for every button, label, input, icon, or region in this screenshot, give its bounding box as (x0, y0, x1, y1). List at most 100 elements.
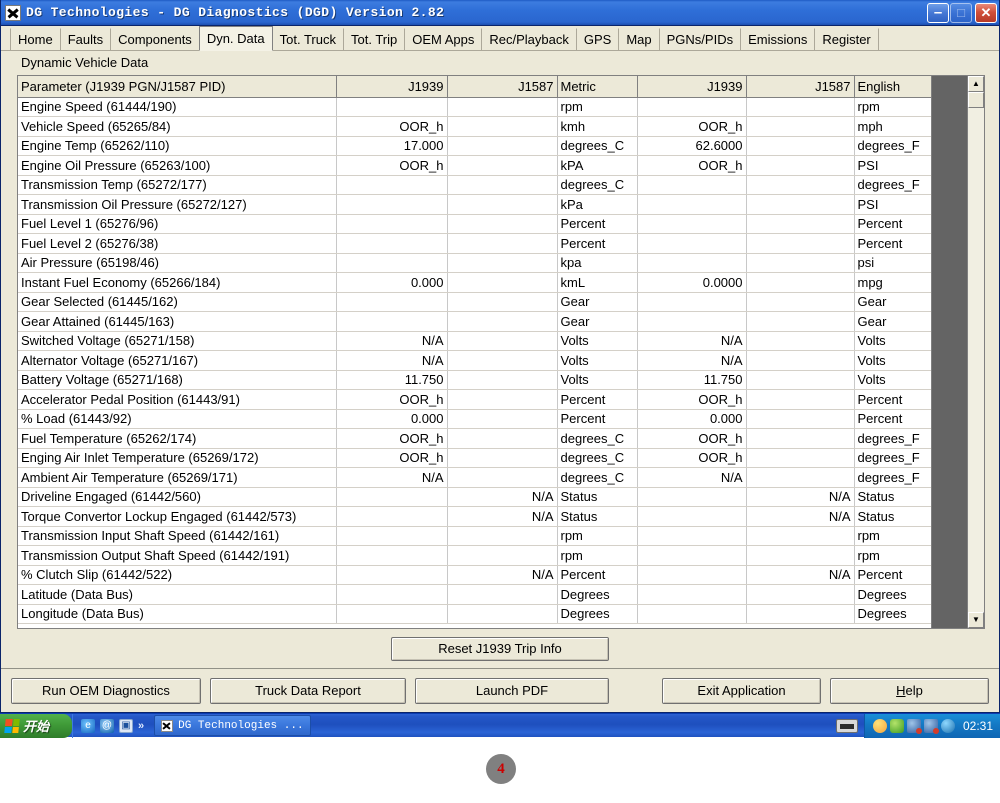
table-row[interactable]: Fuel Temperature (65262/174) OOR_h degrees… (18, 428, 931, 449)
cell-j1939-metric (336, 214, 448, 234)
tab-components[interactable]: Components (110, 28, 200, 50)
tab-home[interactable]: Home (10, 28, 61, 50)
close-button[interactable]: ✕ (975, 2, 997, 23)
cell-j1939-metric (336, 311, 448, 332)
table-row[interactable]: Longitude (Data Bus) Degrees Degrees (18, 604, 931, 624)
cell-j1939-english (637, 253, 747, 273)
reset-j1939-trip-info-button[interactable]: Reset J1939 Trip Info (391, 636, 609, 661)
table-row[interactable]: Transmission Oil Pressure (65272/127) kPa… (18, 194, 931, 215)
tray-volume-icon[interactable] (940, 718, 955, 733)
scrollbar-thumb[interactable] (968, 92, 984, 108)
tab-emissions[interactable]: Emissions (740, 28, 816, 50)
table-row[interactable]: Torque Convertor Lockup Engaged (61442/5… (18, 506, 931, 527)
table-row[interactable]: Transmission Temp (65272/177) degrees_C de… (18, 175, 931, 195)
table-row[interactable]: Air Pressure (65198/46) kpa psi (18, 253, 931, 273)
cell-english-unit: Degrees (854, 604, 931, 624)
table-row[interactable]: Transmission Output Shaft Speed (61442/1… (18, 545, 931, 566)
run-oem-diagnostics-button[interactable]: Run OEM Diagnostics (11, 677, 201, 704)
column-header-parameter[interactable]: Parameter (J1939 PGN/J1587 PID) (18, 76, 337, 98)
cell-metric-unit: kmL (557, 272, 638, 293)
table-row[interactable]: Enging Air Inlet Temperature (65269/172)… (18, 448, 931, 468)
minimize-button[interactable]: – (927, 2, 949, 23)
table-row[interactable]: Engine Speed (61444/190) rpm rpm (18, 97, 931, 117)
cell-j1587-english (746, 331, 855, 351)
tray-shield-icon[interactable] (889, 718, 904, 733)
window-title: DG Technologies - DG Diagnostics (DGD) V… (26, 5, 445, 20)
tab-tot-trip[interactable]: Tot. Trip (342, 28, 406, 50)
show-desktop-icon[interactable]: ▣ (119, 718, 133, 733)
outlook-icon[interactable]: @ (100, 718, 114, 733)
cell-j1587-metric (447, 253, 558, 273)
help-button[interactable]: Help (830, 677, 989, 704)
table-row[interactable]: Accelerator Pedal Position (61443/91) OOR… (18, 389, 931, 410)
table-row[interactable]: Ambient Air Temperature (65269/171) N/A de… (18, 467, 931, 488)
table-row[interactable]: Engine Temp (65262/110) 17.000 degrees_C 62… (18, 136, 931, 156)
column-header-j1587-english[interactable]: J1587 (746, 76, 855, 98)
cell-j1587-english (746, 194, 855, 215)
scrollbar-track[interactable] (968, 92, 984, 612)
table-row[interactable]: Instant Fuel Economy (65266/184) 0.000 kmL… (18, 272, 931, 293)
table-row[interactable]: Engine Oil Pressure (65263/100) OOR_h kPA O… (18, 155, 931, 176)
ie-icon[interactable]: e (81, 718, 95, 733)
taskbar-window-button-dg[interactable]: DG Technologies ... (154, 715, 311, 736)
column-header-metric[interactable]: Metric (557, 76, 638, 98)
tab-gps[interactable]: GPS (575, 28, 620, 50)
cell-english-unit: Volts (854, 331, 931, 351)
scroll-up-icon[interactable]: ▲ (968, 76, 984, 92)
tab-map[interactable]: Map (618, 28, 660, 50)
help-label-rest: elp (905, 683, 923, 698)
tab-dyn-data[interactable]: Dyn. Data (198, 26, 273, 51)
tab-faults[interactable]: Faults (59, 28, 112, 50)
cell-j1939-metric: OOR_h (336, 389, 448, 410)
exit-application-button[interactable]: Exit Application (662, 677, 821, 704)
scroll-down-icon[interactable]: ▼ (968, 612, 984, 628)
title-bar[interactable]: DG Technologies - DG Diagnostics (DGD) V… (1, 0, 999, 26)
table-row[interactable]: Driveline Engaged (61442/560) N/A Status N/… (18, 487, 931, 507)
cell-metric-unit: degrees_C (557, 428, 638, 449)
table-row[interactable]: Fuel Level 2 (65276/38) Percent Percent (18, 233, 931, 254)
launch-pdf-button[interactable]: Launch PDF (415, 677, 609, 704)
cell-parameter: Alternator Voltage (65271/167) (18, 350, 337, 371)
table-row[interactable]: % Clutch Slip (61442/522) N/A Percent N/A Pe… (18, 565, 931, 585)
tray-network-alert-icon[interactable] (923, 718, 939, 734)
start-button[interactable]: 开始 (0, 713, 72, 738)
tab-pgns-pids[interactable]: PGNs/PIDs (658, 28, 742, 50)
cell-j1587-english (746, 116, 855, 137)
cell-j1939-english: OOR_h (637, 428, 747, 449)
taskbar-clock[interactable]: 02:31 (963, 719, 993, 733)
cell-j1939-english: N/A (637, 467, 747, 488)
tab-register[interactable]: Register (814, 28, 879, 50)
cell-j1587-english (746, 97, 855, 117)
tray-antivirus-icon[interactable] (872, 718, 887, 733)
table-row[interactable]: Gear Attained (61445/163) Gear Gear (18, 311, 931, 332)
vertical-scrollbar[interactable]: ▲ ▼ (967, 76, 984, 628)
cell-j1939-metric: 0.000 (336, 272, 448, 293)
tab-oem-apps[interactable]: OEM Apps (404, 28, 483, 50)
table-row[interactable]: Alternator Voltage (65271/167) N/A Volts N/… (18, 350, 931, 371)
tab-rec-playback[interactable]: Rec/Playback (481, 28, 577, 50)
table-row[interactable]: Fuel Level 1 (65276/96) Percent Percent (18, 214, 931, 234)
column-header-english[interactable]: English (854, 76, 931, 98)
column-header-j1939-metric[interactable]: J1939 (336, 76, 448, 98)
table-row[interactable]: Transmission Input Shaft Speed (61442/16… (18, 526, 931, 546)
tray-network-icon[interactable] (906, 718, 922, 734)
table-row[interactable]: Switched Voltage (65271/158) N/A Volts N/A V… (18, 331, 931, 351)
table-row[interactable]: Latitude (Data Bus) Degrees Degrees (18, 584, 931, 605)
cell-j1587-english (746, 467, 855, 488)
quicklaunch-overflow-icon[interactable]: » (138, 720, 144, 732)
maximize-button[interactable]: □ (950, 2, 972, 23)
modem-device-icon (835, 718, 858, 733)
truck-data-report-button[interactable]: Truck Data Report (210, 677, 406, 704)
tab-tot-truck[interactable]: Tot. Truck (271, 28, 344, 50)
table-row[interactable]: Gear Selected (61445/162) Gear Gear (18, 292, 931, 312)
cell-english-unit: Volts (854, 350, 931, 371)
table-row[interactable]: Battery Voltage (65271/168) 11.750 Volts 11… (18, 370, 931, 390)
table-row[interactable]: Vehicle Speed (65265/84) OOR_h kmh OOR_h mph (18, 116, 931, 137)
table-row[interactable]: % Load (61443/92) 0.000 Percent 0.000 Percen… (18, 409, 931, 429)
column-header-j1939-english[interactable]: J1939 (637, 76, 747, 98)
cell-english-unit: degrees_F (854, 175, 931, 195)
cell-j1587-metric (447, 292, 558, 312)
column-header-j1587-metric[interactable]: J1587 (447, 76, 558, 98)
cell-j1587-english (746, 214, 855, 234)
cell-metric-unit: Volts (557, 370, 638, 390)
